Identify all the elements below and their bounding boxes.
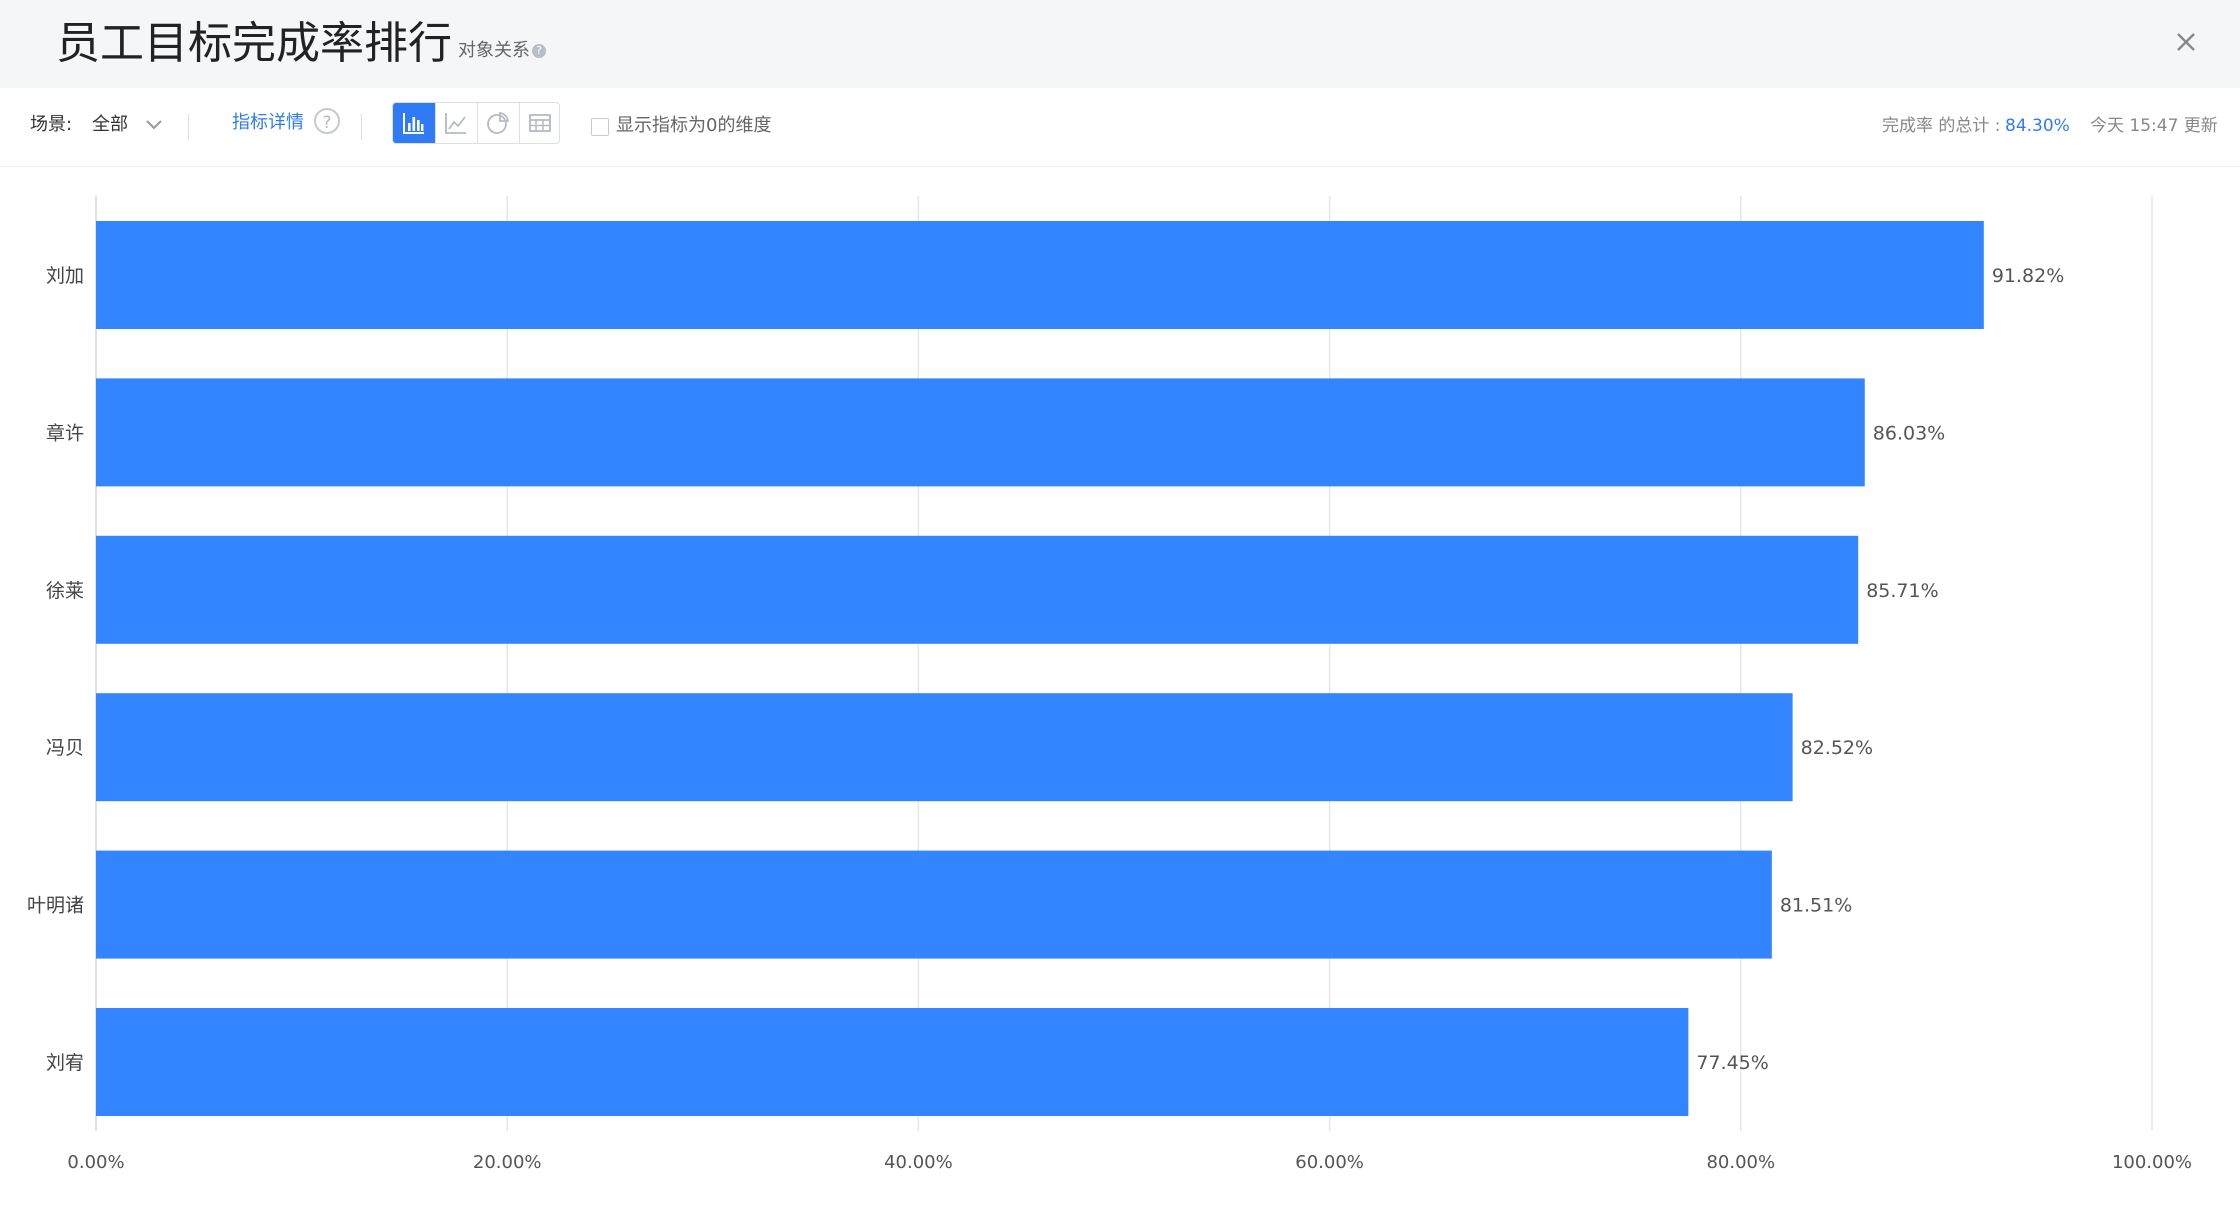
- bar[interactable]: [96, 535, 1859, 644]
- data-label: 86.03%: [1873, 422, 1945, 444]
- bar[interactable]: [96, 693, 1793, 802]
- total-label: 完成率 的总计 :: [1882, 116, 2001, 136]
- category-label: 刘加: [46, 265, 84, 287]
- scene-select[interactable]: 全部: [92, 112, 128, 138]
- x-tick-label: 40.00%: [884, 1152, 953, 1173]
- metric-detail-link[interactable]: 指标详情: [232, 110, 304, 136]
- bar[interactable]: [96, 850, 1772, 959]
- close-icon[interactable]: [2170, 26, 2202, 58]
- data-label: 91.82%: [1992, 265, 2064, 287]
- table-icon: [529, 114, 551, 132]
- divider: [361, 114, 362, 140]
- data-label: 82.52%: [1801, 737, 1873, 759]
- object-relation-label: 对象关系: [458, 40, 530, 61]
- divider: [188, 114, 189, 140]
- bar-chart: 0.00% 20.00% 40.00% 60.00% 80.00% 100.00% 刘加 91…: [27, 196, 2192, 1173]
- page-title: 员工目标完成率排行: [56, 18, 452, 69]
- x-tick-label: 100.00%: [2112, 1152, 2192, 1173]
- show-zero-checkbox[interactable]: [591, 118, 609, 136]
- data-label: 85.71%: [1866, 580, 1938, 602]
- category-label: 冯贝: [46, 737, 84, 759]
- bar-chart-icon: [403, 113, 424, 134]
- x-tick-label: 60.00%: [1295, 1152, 1364, 1173]
- scene-label: 场景:: [30, 114, 73, 135]
- toolbar: 场景: 全部 指标详情 ? 显示指标为0的维度 完成率 的总计: 84.30%…: [0, 88, 2240, 167]
- view-pie-chart-button[interactable]: [477, 103, 519, 143]
- category-label: 章许: [46, 422, 84, 444]
- bar[interactable]: [96, 1008, 1689, 1116]
- header: 员工目标完成率排行 对象关系?: [0, 0, 2240, 88]
- category-label: 刘宥: [46, 1052, 84, 1074]
- data-label: 77.45%: [1696, 1052, 1768, 1074]
- category-label: 徐莱: [46, 580, 84, 602]
- total-value: 84.30%: [2005, 116, 2070, 136]
- bar[interactable]: [96, 378, 1865, 487]
- x-tick-label: 80.00%: [1706, 1152, 1775, 1173]
- chevron-down-icon[interactable]: [144, 118, 164, 132]
- show-zero-label: 显示指标为0的维度: [616, 115, 772, 136]
- bar[interactable]: [96, 221, 1984, 329]
- pie-chart-icon: [487, 111, 510, 134]
- category-label: 叶明诸: [27, 895, 84, 917]
- view-bar-chart-button[interactable]: [393, 103, 435, 143]
- view-mode-switcher: [392, 102, 560, 144]
- line-chart-icon: [445, 113, 466, 134]
- view-table-button[interactable]: [519, 103, 561, 143]
- help-icon[interactable]: ?: [532, 44, 546, 58]
- object-relation-link[interactable]: 对象关系?: [458, 38, 546, 64]
- data-label: 81.51%: [1780, 895, 1852, 917]
- updated-timestamp: 今天 15:47 更新: [2090, 116, 2218, 136]
- x-tick-label: 0.00%: [67, 1152, 124, 1173]
- view-line-chart-button[interactable]: [435, 103, 477, 143]
- x-tick-label: 20.00%: [473, 1152, 542, 1173]
- question-icon[interactable]: ?: [314, 108, 340, 134]
